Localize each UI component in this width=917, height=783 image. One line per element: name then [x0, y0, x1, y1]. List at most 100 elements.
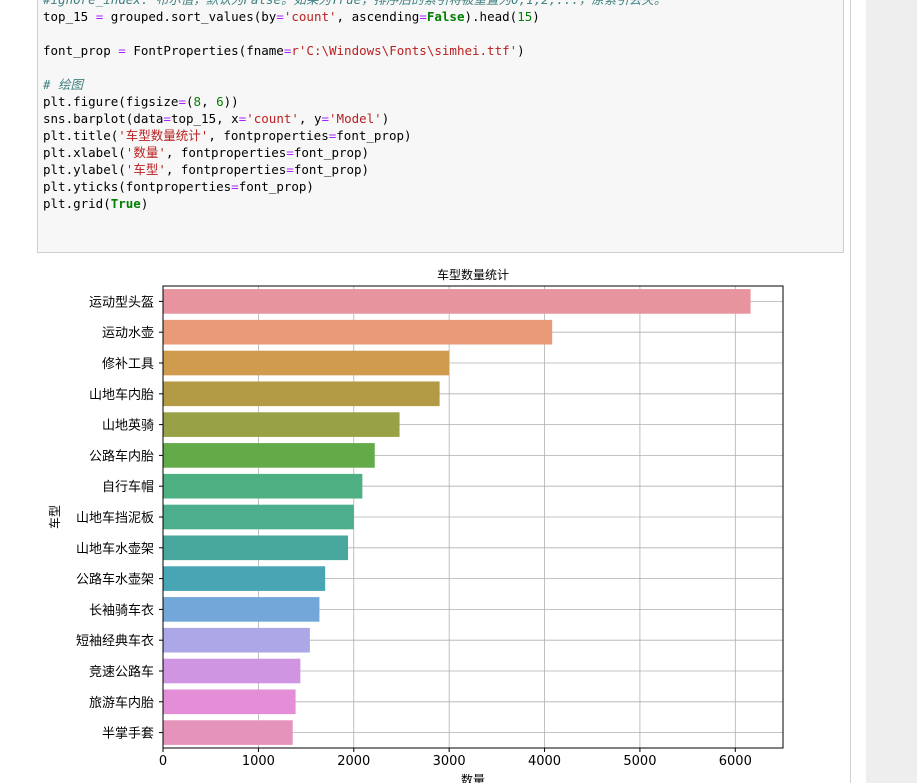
code-token: )) — [223, 94, 239, 109]
code-token: sns.barplot(data — [43, 111, 164, 126]
code-token: # 绘图 — [43, 77, 84, 92]
code-line: top_15 = grouped.sort_values(by='count',… — [43, 8, 666, 25]
y-tick-label: 长袖骑车衣 — [89, 602, 154, 618]
code-token: = — [231, 179, 239, 194]
code-token: = — [286, 162, 294, 177]
code-cell[interactable]: #ignore_index: 布尔值，默认为False。如果为True，排序后的… — [37, 0, 844, 253]
code-line: plt.xlabel('数量', fontproperties=font_pro… — [43, 144, 666, 161]
code-token: 6 — [216, 94, 224, 109]
code-token: , fontproperties — [165, 145, 287, 160]
code-token: plt.yticks(fontproperties — [43, 179, 232, 194]
x-tick-label: 4000 — [528, 754, 561, 769]
code-line: sns.barplot(data=top_15, x='count', y='M… — [43, 110, 666, 127]
bar — [163, 689, 296, 715]
code-token: False — [426, 9, 465, 24]
code-token: = — [163, 111, 171, 126]
code-token: 8 — [193, 94, 202, 109]
x-tick-label: 2000 — [337, 754, 370, 769]
bar — [163, 350, 450, 376]
code-line: plt.ylabel('车型', fontproperties=font_pro… — [43, 161, 666, 178]
code-token: ) — [140, 196, 149, 211]
bar — [163, 627, 310, 653]
code-token: = — [321, 111, 330, 126]
code-token: , fontproperties — [208, 128, 329, 143]
y-tick-label: 山地车水壶架 — [76, 541, 154, 557]
cell-output: 0 1000 2000 3000 4000 5000 6000 运动型头盔 运动水壶 修补工具山… — [37, 262, 844, 783]
code-token: = — [178, 94, 186, 109]
y-tick-label: 修补工具 — [102, 357, 154, 372]
bar — [163, 412, 400, 437]
code-token: font_prop) — [293, 145, 370, 160]
y-tick-label: 公路车内胎 — [89, 448, 154, 464]
code-token: plt.ylabel( — [43, 162, 126, 177]
code-token: font_prop) — [238, 179, 314, 194]
code-token: 'Model' — [329, 111, 382, 126]
code-token: '车型数量统计' — [118, 128, 209, 143]
code-token: r'C:\Windows\Fonts\simhei.ttf' — [291, 43, 518, 58]
y-tick-label: 山地车挡泥板 — [76, 510, 154, 526]
code-token: '车型' — [125, 162, 166, 177]
code-token: , — [201, 94, 217, 109]
bar — [163, 566, 326, 591]
code-token: top_15 — [43, 9, 96, 24]
bar — [163, 289, 751, 314]
code-token: plt.title( — [43, 128, 119, 143]
code-token: ) — [381, 111, 390, 126]
x-tick-label: 3000 — [433, 754, 466, 769]
bar — [163, 720, 293, 745]
y-tick-label: 山地英骑 — [102, 419, 154, 434]
x-axis-label: 数量 — [461, 772, 485, 783]
x-tick-label: 6000 — [719, 754, 752, 769]
y-tick-label: 运动型头盔 — [89, 294, 154, 310]
code-token: = — [276, 9, 284, 24]
bar — [163, 504, 354, 530]
notebook-edge — [850, 0, 851, 783]
y-tick-label: 竞速公路车 — [89, 664, 154, 680]
y-tick-label: 自行车帽 — [102, 479, 154, 495]
code-token: 15 — [517, 9, 533, 24]
bar — [163, 658, 301, 684]
code-line: font_prop = FontProperties(fname=r'C:\Wi… — [43, 42, 666, 59]
code-token: True — [110, 196, 141, 211]
bar-chart: 0 1000 2000 3000 4000 5000 6000 运动型头盔运动水壶修补工具山… — [47, 267, 784, 783]
code-line: plt.figure(figsize=(8, 6)) — [43, 93, 666, 110]
code-token: font_prop — [43, 43, 119, 58]
code-token: font_prop) — [293, 162, 370, 177]
bar — [163, 597, 320, 622]
code-token: '数量' — [125, 145, 166, 160]
bar — [163, 473, 363, 499]
code-line: plt.title('车型数量统计', fontproperties=font_… — [43, 127, 666, 144]
code-token: ) — [532, 9, 540, 24]
code-token: plt.xlabel( — [43, 145, 126, 160]
code-token: FontProperties(fname — [125, 43, 284, 58]
code-token: = — [118, 43, 126, 58]
bar — [163, 443, 375, 468]
y-axis-label: 车型 — [47, 505, 62, 529]
chart-title: 车型数量统计 — [437, 267, 509, 282]
code-line: plt.grid(True) — [43, 195, 666, 212]
code-editor[interactable]: #ignore_index: 布尔值，默认为False。如果为True，排序后的… — [43, 0, 666, 212]
code-line: # 绘图 — [43, 76, 666, 93]
code-token: , fontproperties — [165, 162, 287, 177]
x-tick-label: 5000 — [623, 754, 656, 769]
code-token: grouped.sort_values(by — [103, 9, 277, 24]
notebook-page: #ignore_index: 布尔值，默认为False。如果为True，排序后的… — [0, 0, 917, 783]
y-tick-label: 运动水壶 — [102, 326, 154, 341]
code-token: plt.grid( — [43, 196, 111, 211]
x-tick-label: 0 — [159, 754, 167, 769]
code-token: top_15, x — [170, 111, 239, 126]
y-tick-label: 半掌手套 — [102, 726, 154, 742]
bar — [163, 535, 349, 561]
code-line: #ignore_index: 布尔值，默认为False。如果为True，排序后的… — [43, 0, 666, 8]
code-token: 'count' — [246, 111, 299, 126]
scrollbar-track[interactable] — [866, 0, 917, 783]
y-tick-label: 旅游车内胎 — [89, 695, 154, 711]
code-token: , y — [298, 111, 322, 126]
y-tick-label: 短袖经典车衣 — [76, 633, 154, 649]
code-token: , ascending — [336, 9, 420, 24]
code-token: plt.figure(figsize — [43, 94, 179, 109]
code-token: #ignore_index: 布尔值，默认为False。如果为True，排序后的… — [43, 0, 666, 7]
code-token: ) — [517, 43, 525, 58]
